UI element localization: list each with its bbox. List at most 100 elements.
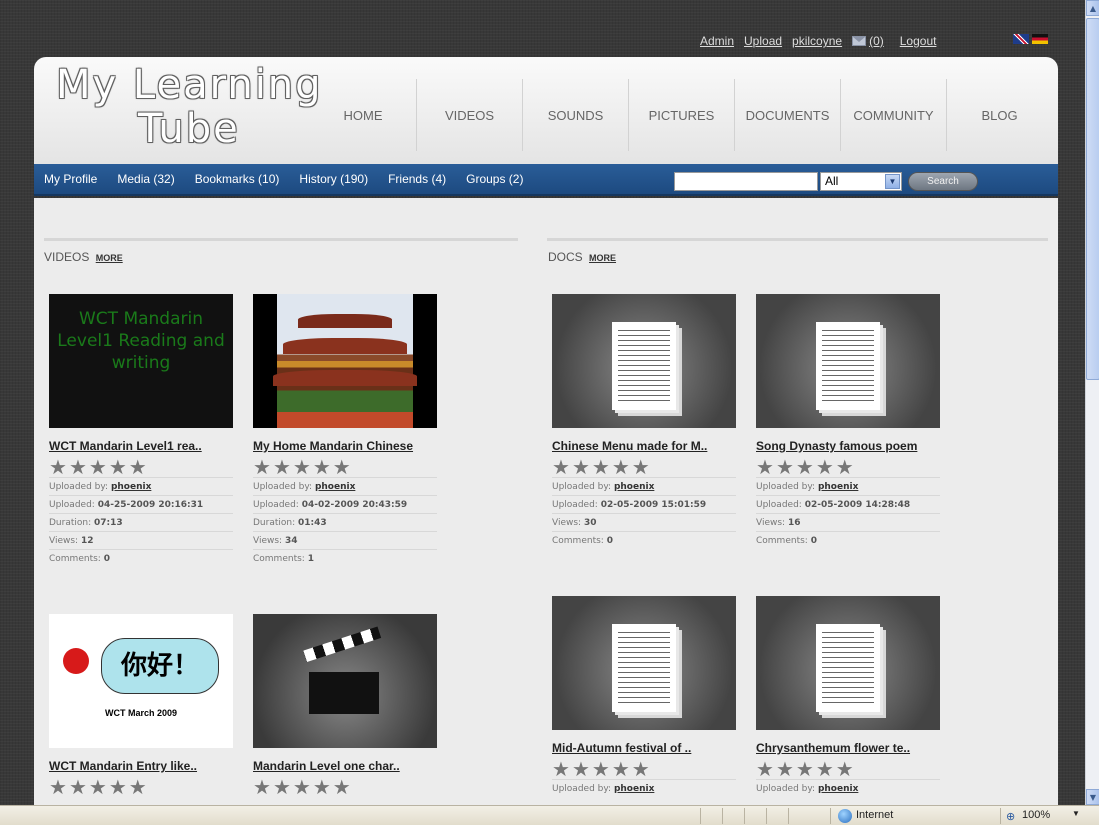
video-title-link[interactable]: WCT Mandarin Level1 rea.. [49, 439, 233, 453]
doc-thumbnail[interactable] [756, 596, 940, 730]
doc-thumbnail[interactable] [552, 596, 736, 730]
german-flag-icon[interactable] [1032, 34, 1048, 44]
star-icon[interactable]: ★ [293, 777, 311, 797]
star-icon[interactable]: ★ [796, 457, 814, 477]
rating-stars[interactable]: ★ ★ ★ ★ ★ [253, 457, 437, 477]
doc-title-link[interactable]: Song Dynasty famous poem [756, 439, 940, 453]
star-icon[interactable]: ★ [109, 777, 127, 797]
star-icon[interactable]: ★ [836, 457, 854, 477]
mail-icon[interactable] [852, 36, 867, 46]
star-icon[interactable]: ★ [49, 457, 67, 477]
rating-stars[interactable]: ★ ★ ★ ★ ★ [756, 759, 940, 779]
chevron-down-icon[interactable]: ▼ [885, 174, 900, 189]
nav-home[interactable]: HOME [310, 79, 416, 151]
docs-more-link[interactable]: MORE [589, 253, 616, 263]
star-icon[interactable]: ★ [253, 777, 271, 797]
star-icon[interactable]: ★ [592, 759, 610, 779]
star-icon[interactable]: ★ [333, 457, 351, 477]
search-category-select[interactable]: All ▼ [820, 172, 902, 191]
logout-link[interactable]: Logout [900, 34, 937, 48]
doc-title-link[interactable]: Chrysanthemum flower te.. [756, 741, 940, 755]
star-icon[interactable]: ★ [552, 759, 570, 779]
doc-title-link[interactable]: Mid-Autumn festival of .. [552, 741, 736, 755]
uploader-link[interactable]: phoenix [614, 482, 654, 492]
star-icon[interactable]: ★ [552, 457, 570, 477]
star-icon[interactable]: ★ [836, 759, 854, 779]
uk-flag-icon[interactable] [1013, 34, 1029, 44]
star-icon[interactable]: ★ [592, 457, 610, 477]
star-icon[interactable]: ★ [333, 777, 351, 797]
admin-link[interactable]: Admin [700, 34, 734, 48]
zoom-dropdown-icon[interactable]: ▼ [1072, 809, 1080, 818]
star-icon[interactable]: ★ [756, 457, 774, 477]
star-icon[interactable]: ★ [129, 457, 147, 477]
rating-stars[interactable]: ★ ★ ★ ★ ★ [49, 777, 233, 797]
subnav-groups[interactable]: Groups (2) [466, 172, 523, 186]
star-icon[interactable]: ★ [273, 777, 291, 797]
uploader-link[interactable]: phoenix [315, 482, 355, 492]
nav-blog[interactable]: BLOG [946, 79, 1052, 151]
username-link[interactable]: pkilcoyne [792, 34, 842, 48]
rating-stars[interactable]: ★ ★ ★ ★ ★ [253, 777, 437, 797]
video-title-link[interactable]: Mandarin Level one char.. [253, 759, 437, 773]
subnav-bookmarks[interactable]: Bookmarks (10) [195, 172, 280, 186]
subnav-media[interactable]: Media (32) [117, 172, 174, 186]
star-icon[interactable]: ★ [89, 457, 107, 477]
search-button[interactable]: Search [908, 172, 978, 191]
star-icon[interactable]: ★ [69, 777, 87, 797]
videos-more-link[interactable]: MORE [96, 253, 123, 263]
star-icon[interactable]: ★ [253, 457, 271, 477]
star-icon[interactable]: ★ [632, 457, 650, 477]
rating-stars[interactable]: ★ ★ ★ ★ ★ [756, 457, 940, 477]
video-thumbnail[interactable]: WCT Mandarin Level1 Reading and writing [49, 294, 233, 428]
video-thumbnail[interactable] [253, 294, 437, 428]
star-icon[interactable]: ★ [313, 777, 331, 797]
site-logo[interactable]: My Learning Tube [56, 63, 326, 163]
zoom-icon[interactable]: ⊕ [1006, 810, 1015, 823]
doc-thumbnail[interactable] [756, 294, 940, 428]
nav-pictures[interactable]: PICTURES [628, 79, 734, 151]
rating-stars[interactable]: ★ ★ ★ ★ ★ [552, 759, 736, 779]
star-icon[interactable]: ★ [816, 759, 834, 779]
subnav-history[interactable]: History (190) [299, 172, 368, 186]
video-thumbnail[interactable] [253, 614, 437, 748]
doc-title-link[interactable]: Chinese Menu made for M.. [552, 439, 736, 453]
nav-videos[interactable]: VIDEOS [416, 79, 522, 151]
subnav-friends[interactable]: Friends (4) [388, 172, 446, 186]
star-icon[interactable]: ★ [49, 777, 67, 797]
zoom-level[interactable]: 100% [1022, 809, 1050, 821]
star-icon[interactable]: ★ [796, 759, 814, 779]
star-icon[interactable]: ★ [572, 457, 590, 477]
search-input[interactable] [674, 172, 818, 191]
star-icon[interactable]: ★ [756, 759, 774, 779]
rating-stars[interactable]: ★ ★ ★ ★ ★ [49, 457, 233, 477]
uploader-link[interactable]: phoenix [818, 784, 858, 794]
video-thumbnail[interactable]: 你好！ WCT March 2009 [49, 614, 233, 748]
nav-documents[interactable]: DOCUMENTS [734, 79, 840, 151]
uploader-link[interactable]: phoenix [818, 482, 858, 492]
uploader-link[interactable]: phoenix [614, 784, 654, 794]
star-icon[interactable]: ★ [776, 759, 794, 779]
star-icon[interactable]: ★ [109, 457, 127, 477]
star-icon[interactable]: ★ [612, 759, 630, 779]
uploader-link[interactable]: phoenix [111, 482, 151, 492]
video-title-link[interactable]: WCT Mandarin Entry like.. [49, 759, 233, 773]
messages-link[interactable]: (0) [869, 34, 884, 48]
star-icon[interactable]: ★ [129, 777, 147, 797]
star-icon[interactable]: ★ [293, 457, 311, 477]
star-icon[interactable]: ★ [313, 457, 331, 477]
upload-link[interactable]: Upload [744, 34, 782, 48]
star-icon[interactable]: ★ [69, 457, 87, 477]
star-icon[interactable]: ★ [572, 759, 590, 779]
scroll-down-icon[interactable]: ▼ [1086, 789, 1099, 805]
doc-thumbnail[interactable] [552, 294, 736, 428]
video-title-link[interactable]: My Home Mandarin Chinese [253, 439, 437, 453]
star-icon[interactable]: ★ [632, 759, 650, 779]
star-icon[interactable]: ★ [776, 457, 794, 477]
scroll-up-icon[interactable]: ▲ [1086, 0, 1099, 16]
star-icon[interactable]: ★ [273, 457, 291, 477]
nav-community[interactable]: COMMUNITY [840, 79, 946, 151]
star-icon[interactable]: ★ [816, 457, 834, 477]
star-icon[interactable]: ★ [612, 457, 630, 477]
star-icon[interactable]: ★ [89, 777, 107, 797]
